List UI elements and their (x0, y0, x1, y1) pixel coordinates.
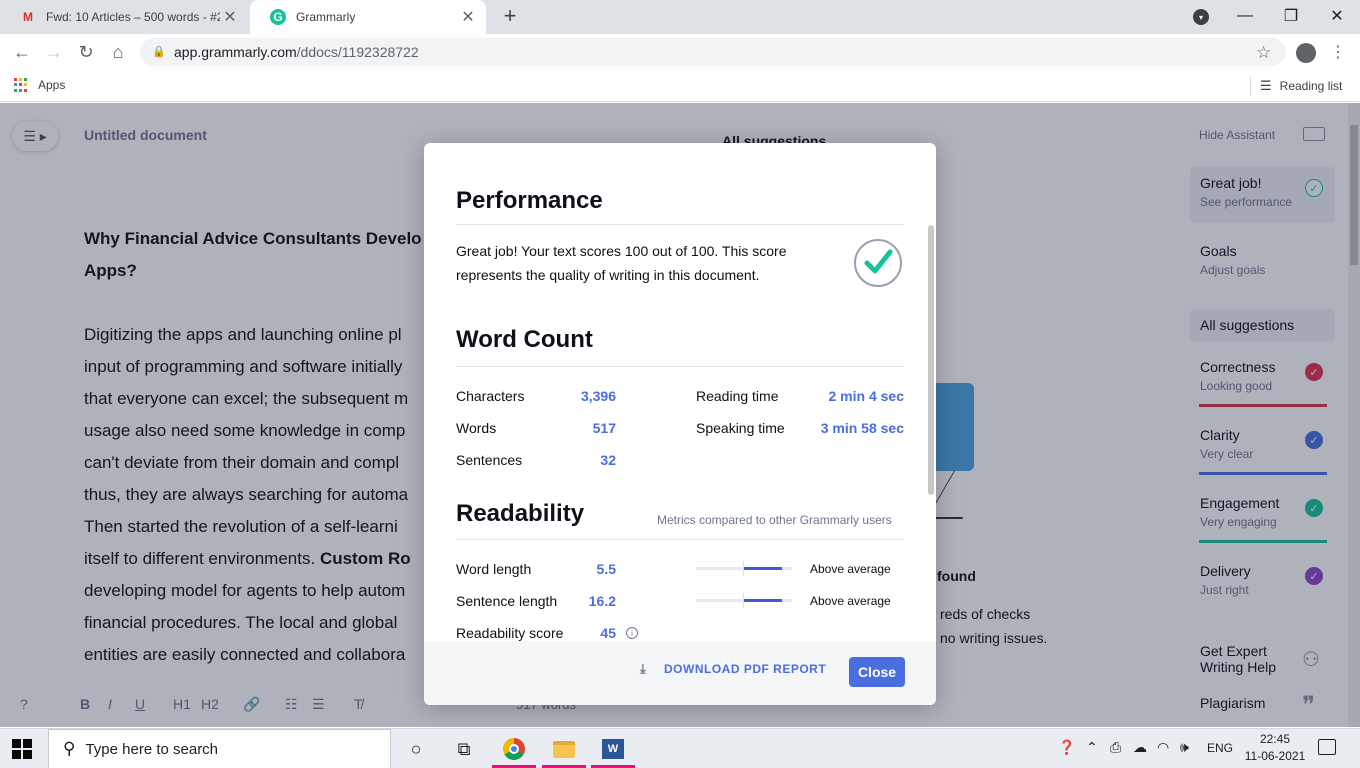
apps-grid-icon (14, 78, 28, 92)
gmail-icon: M (23, 10, 33, 24)
stat-label: Sentence length (456, 593, 558, 609)
taskbar: ⚲ Type here to search ○ ⧉ W ❓ ⌃ ⎙ ☁ ◠ 🕪 … (0, 728, 1360, 768)
divider (456, 366, 904, 367)
url-domain: app.grammarly.com (174, 44, 297, 60)
device-icon[interactable]: ⎙ (1110, 739, 1121, 756)
reading-list-icon: ☰ (1260, 78, 1272, 93)
stat-value: 32 (600, 452, 616, 468)
performance-modal: Performance Great job! Your text scores … (424, 143, 936, 705)
divider (456, 539, 904, 540)
help-icon[interactable]: ❓ (1058, 739, 1075, 756)
comparison-fill (744, 599, 783, 602)
word-count-title: Word Count (456, 326, 593, 353)
comparison-label: Above average (810, 562, 891, 576)
time: 22:45 (1259, 732, 1291, 746)
divider (1250, 76, 1251, 96)
chevron-up-icon[interactable]: ⌃ (1086, 739, 1098, 756)
profile-avatar[interactable] (1296, 43, 1316, 63)
performance-title: Performance (456, 187, 603, 214)
stat-label: Speaking time (696, 420, 785, 436)
window-close-icon[interactable]: ✕ (1314, 0, 1360, 32)
stat-label: Reading time (696, 388, 779, 404)
check-circle-icon (854, 239, 902, 287)
tab-title: Grammarly (296, 10, 356, 24)
date: 11-06-2021 (1244, 749, 1306, 763)
reading-list-button[interactable]: ☰ Reading list (1260, 78, 1342, 94)
performance-text: Great job! Your text scores 100 out of 1… (456, 243, 787, 283)
info-icon[interactable]: i (626, 627, 638, 639)
home-icon[interactable]: ⌂ (106, 40, 130, 64)
browser-toolbar: ← → ↻ ⌂ 🔒 app.grammarly.com/ddocs/119232… (0, 34, 1360, 70)
lock-icon: 🔒 (152, 46, 166, 58)
forward-icon[interactable]: → (42, 40, 66, 64)
modal-footer: ⤓ DOWNLOAD PDF REPORT Close (424, 641, 936, 705)
comparison-bar (696, 561, 792, 576)
stat-label: Word length (456, 561, 532, 577)
stat-value: 5.5 (596, 561, 616, 577)
volume-icon[interactable]: 🕪 (1180, 739, 1189, 756)
bookmarks-bar: Apps ☰ Reading list (0, 70, 1360, 102)
stat-value: 3,396 (580, 388, 616, 404)
address-bar[interactable]: 🔒 app.grammarly.com/ddocs/1192328722 (140, 38, 1286, 66)
file-explorer-icon[interactable] (544, 735, 584, 763)
close-icon[interactable]: ✕ (458, 7, 478, 27)
clock[interactable]: 22:45 11-06-2021 (1240, 731, 1310, 765)
reading-list-label: Reading list (1279, 79, 1343, 93)
stat-value: 45 (600, 625, 616, 641)
task-view-icon[interactable]: ⧉ (444, 735, 484, 763)
restore-icon[interactable]: ❐ (1268, 0, 1314, 32)
apps-label: Apps (38, 78, 66, 92)
modal-scrollbar[interactable] (928, 225, 934, 495)
stat-label: Words (456, 420, 497, 436)
comparison-label: Above average (810, 594, 891, 608)
stat-label: Characters (456, 388, 525, 404)
tab-search-icon[interactable]: ▾ (1193, 9, 1209, 25)
search-placeholder: Type here to search (85, 740, 219, 758)
stat-value: 517 (592, 420, 616, 436)
apps-bookmark[interactable]: Apps (14, 78, 65, 92)
modal-content: Performance Great job! Your text scores … (424, 143, 926, 641)
chrome-icon[interactable] (494, 735, 534, 763)
browser-tab-strip: M Fwd: 10 Articles – 500 words - #2 ✕ G … (0, 0, 1360, 34)
stat-value: 3 min 58 sec (820, 420, 904, 436)
language-indicator[interactable]: ENG (1207, 741, 1233, 755)
stat-label: Readability score (456, 625, 564, 641)
wifi-icon[interactable]: ◠ (1157, 739, 1169, 756)
bookmark-star-icon[interactable]: ☆ (1256, 43, 1271, 63)
word-icon[interactable]: W (593, 735, 633, 763)
stat-label: Sentences (456, 452, 523, 468)
readability-note: Metrics compared to other Grammarly user… (657, 513, 892, 527)
close-icon[interactable]: ✕ (220, 7, 240, 27)
search-icon: ⚲ (63, 739, 76, 758)
grammarly-icon: G (270, 9, 286, 25)
download-icon: ⤓ (640, 661, 647, 676)
comparison-bar (696, 593, 792, 608)
close-button[interactable]: Close (849, 657, 905, 687)
taskbar-search[interactable]: ⚲ Type here to search (48, 729, 391, 768)
comparison-fill (744, 567, 783, 570)
onedrive-icon[interactable]: ☁ (1133, 739, 1147, 756)
download-label: DOWNLOAD PDF REPORT (664, 662, 827, 676)
url-path: /ddocs/1192328722 (296, 44, 419, 60)
reload-icon[interactable]: ↻ (74, 40, 98, 64)
windows-start-icon[interactable] (12, 739, 32, 759)
minimize-icon[interactable]: — (1222, 0, 1268, 32)
tab-title: Fwd: 10 Articles – 500 words - #2 (46, 10, 220, 24)
tab-grammarly[interactable]: G Grammarly ✕ (250, 0, 486, 34)
cortana-icon[interactable]: ○ (396, 735, 436, 763)
new-tab-button[interactable]: + (500, 5, 520, 29)
stat-value: 2 min 4 sec (828, 388, 905, 404)
notifications-icon[interactable] (1318, 739, 1336, 755)
download-pdf-button[interactable]: ⤓ DOWNLOAD PDF REPORT (640, 661, 826, 677)
menu-kebab-icon[interactable]: ⋮ (1330, 42, 1346, 62)
stat-value: 16.2 (588, 593, 616, 609)
back-icon[interactable]: ← (10, 40, 34, 64)
readability-title: Readability (456, 500, 585, 527)
divider (456, 224, 904, 225)
tab-gmail[interactable]: M Fwd: 10 Articles – 500 words - #2 ✕ (0, 0, 248, 34)
